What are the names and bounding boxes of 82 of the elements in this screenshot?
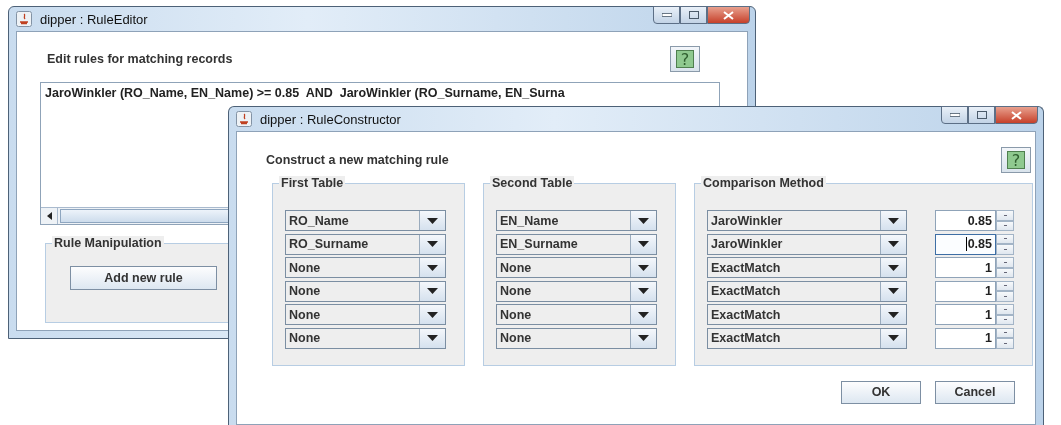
help-button[interactable]: ?: [670, 46, 700, 72]
caret-icon: [427, 217, 438, 224]
caret-icon: [888, 335, 899, 341]
spin-up-button[interactable]: [996, 257, 1014, 268]
minimize-button[interactable]: [653, 6, 680, 24]
add-rule-button[interactable]: Add new rule: [70, 266, 217, 290]
spin-up-button[interactable]: [996, 304, 1014, 315]
spin-down-button[interactable]: [996, 220, 1014, 231]
caret-icon: [427, 311, 438, 318]
minimize-button[interactable]: [941, 106, 968, 124]
caret-icon: [427, 335, 438, 341]
dropdown[interactable]: ExactMatch: [707, 280, 907, 302]
spin-up-button[interactable]: [996, 233, 1014, 244]
heading: Construct a new matching rule: [266, 153, 449, 167]
caret-icon: [888, 217, 899, 224]
threshold-field[interactable]: 1: [935, 304, 996, 325]
dropdown[interactable]: None: [285, 257, 446, 278]
help-button[interactable]: ?: [1001, 147, 1031, 173]
dropdown[interactable]: RO_Name: [285, 210, 446, 231]
minimize-icon: [949, 113, 960, 117]
dropdown[interactable]: None: [285, 280, 446, 302]
dropdown[interactable]: RO_Surname: [285, 233, 446, 255]
caret-icon: [888, 311, 899, 318]
dropdown[interactable]: None: [496, 304, 657, 325]
caret-icon: [638, 264, 649, 271]
group-title: First Table: [279, 176, 346, 190]
left-arrow-icon[interactable]: [46, 212, 52, 220]
app-icon: [236, 111, 252, 127]
dropdown[interactable]: None: [496, 327, 657, 349]
spin-up-button[interactable]: [996, 280, 1014, 291]
window-title: dipper : RuleConstructor: [260, 111, 401, 127]
caret-icon: [638, 311, 649, 318]
dropdown[interactable]: JaroWinkler: [707, 233, 907, 255]
dropdown[interactable]: None: [285, 327, 446, 349]
spin-down-button[interactable]: [996, 338, 1014, 349]
close-button[interactable]: [995, 106, 1038, 124]
threshold-field[interactable]: 1: [935, 280, 996, 302]
caret-icon: [638, 217, 649, 224]
caret-icon: [638, 335, 649, 341]
caret-icon: [888, 241, 899, 247]
close-button[interactable]: [707, 6, 750, 24]
heading: Edit rules for matching records: [47, 52, 233, 66]
dropdown[interactable]: ExactMatch: [707, 327, 907, 349]
ok-button[interactable]: OK: [841, 380, 921, 404]
window-title: dipper : RuleEditor: [40, 11, 148, 27]
close-icon: [1011, 110, 1022, 120]
spin-down-button[interactable]: [996, 314, 1014, 325]
group-title: Rule Manipulation: [52, 236, 164, 250]
dropdown[interactable]: JaroWinkler: [707, 210, 907, 231]
maximize-button[interactable]: [680, 6, 707, 24]
spin-up-button[interactable]: [996, 210, 1014, 221]
group-title: Second Table: [490, 176, 575, 190]
dropdown[interactable]: EN_Name: [496, 210, 657, 231]
caret-icon: [638, 241, 649, 247]
dropdown[interactable]: ExactMatch: [707, 304, 907, 325]
spin-down-button[interactable]: [996, 291, 1014, 302]
caret-icon: [427, 288, 438, 294]
spin-up-button[interactable]: [996, 327, 1014, 338]
spin-down-button[interactable]: [996, 244, 1014, 255]
threshold-field[interactable]: 0.85: [935, 210, 996, 231]
app-icon: [16, 11, 32, 27]
threshold-field[interactable]: 0.85: [935, 233, 996, 255]
threshold-field[interactable]: 1: [935, 327, 996, 349]
maximize-icon: [976, 111, 987, 119]
close-icon: [723, 10, 734, 20]
threshold-field[interactable]: 1: [935, 257, 996, 278]
dropdown[interactable]: ExactMatch: [707, 257, 907, 278]
caret-icon: [638, 288, 649, 294]
caret-icon: [427, 264, 438, 271]
spin-down-button[interactable]: [996, 267, 1014, 278]
caret-icon: [888, 264, 899, 271]
dropdown[interactable]: EN_Surname: [496, 233, 657, 255]
dropdown[interactable]: None: [285, 304, 446, 325]
caret-icon: [888, 288, 899, 294]
caret-icon: [427, 241, 438, 247]
dropdown[interactable]: None: [496, 280, 657, 302]
cancel-button[interactable]: Cancel: [935, 380, 1015, 404]
maximize-icon: [688, 11, 699, 19]
minimize-icon: [661, 13, 672, 17]
group-title: Comparison Method: [701, 176, 826, 190]
maximize-button[interactable]: [968, 106, 995, 124]
dropdown[interactable]: None: [496, 257, 657, 278]
